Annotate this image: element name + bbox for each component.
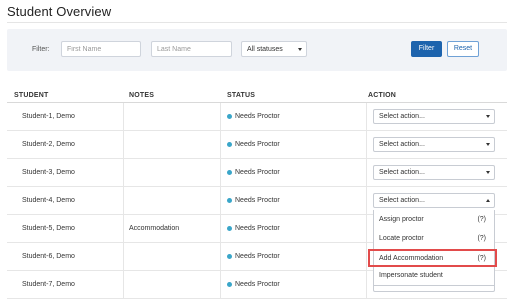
status-text: Needs Proctor bbox=[235, 169, 280, 176]
action-dropdown-menu: Assign proctor (?) Locate proctor (?) Ad… bbox=[373, 210, 495, 286]
dropdown-item-impersonate-student[interactable]: Impersonate student bbox=[374, 267, 494, 285]
column-divider bbox=[123, 159, 124, 187]
status-dot-icon bbox=[227, 114, 232, 119]
status-dot-icon bbox=[227, 226, 232, 231]
action-select-value: Select action... bbox=[379, 113, 425, 120]
column-header-student: STUDENT bbox=[14, 92, 49, 99]
column-header-status: STATUS bbox=[227, 92, 256, 99]
column-divider bbox=[220, 159, 221, 187]
chevron-down-icon bbox=[486, 143, 490, 146]
highlight-box bbox=[368, 249, 497, 267]
chevron-up-icon bbox=[486, 199, 490, 202]
column-divider bbox=[123, 103, 124, 131]
column-divider bbox=[366, 187, 367, 215]
title-divider bbox=[7, 22, 507, 23]
first-name-input[interactable] bbox=[61, 41, 141, 57]
last-name-input[interactable] bbox=[151, 41, 232, 57]
student-name: Student-7, Demo bbox=[22, 281, 75, 288]
filter-label: Filter: bbox=[32, 46, 50, 53]
action-select[interactable]: Select action... bbox=[373, 193, 495, 208]
column-divider bbox=[220, 215, 221, 243]
page-title: Student Overview bbox=[7, 4, 112, 19]
action-select-value: Select action... bbox=[379, 141, 425, 148]
status-select[interactable]: All statuses bbox=[241, 41, 307, 57]
status-select-value: All statuses bbox=[247, 46, 283, 53]
status-dot-icon bbox=[227, 142, 232, 147]
column-divider bbox=[123, 243, 124, 271]
chevron-down-icon bbox=[486, 115, 490, 118]
dropdown-item-label: Locate proctor bbox=[379, 235, 424, 242]
status-text: Needs Proctor bbox=[235, 197, 280, 204]
table-row: Student-3, Demo Needs Proctor Select actio… bbox=[7, 159, 507, 187]
column-divider bbox=[366, 131, 367, 159]
student-name: Student-2, Demo bbox=[22, 141, 75, 148]
status-text: Needs Proctor bbox=[235, 253, 280, 260]
student-name: Student-4, Demo bbox=[22, 197, 75, 204]
chevron-down-icon bbox=[486, 171, 490, 174]
help-icon[interactable]: (?) bbox=[477, 216, 486, 223]
dropdown-item-assign-proctor[interactable]: Assign proctor (?) bbox=[374, 211, 494, 229]
column-divider bbox=[220, 131, 221, 159]
reset-button[interactable]: Reset bbox=[447, 41, 479, 57]
column-divider bbox=[123, 271, 124, 299]
action-select[interactable]: Select action... bbox=[373, 109, 495, 124]
row-divider bbox=[7, 298, 507, 299]
student-name: Student-1, Demo bbox=[22, 113, 75, 120]
column-divider bbox=[220, 103, 221, 131]
column-divider bbox=[220, 243, 221, 271]
status-text: Needs Proctor bbox=[235, 281, 280, 288]
status-dot-icon bbox=[227, 198, 232, 203]
column-divider bbox=[220, 271, 221, 299]
student-name: Student-5, Demo bbox=[22, 225, 75, 232]
status-dot-icon bbox=[227, 170, 232, 175]
status-dot-icon bbox=[227, 282, 232, 287]
chevron-down-icon bbox=[298, 48, 302, 51]
student-notes: Accommodation bbox=[129, 225, 180, 232]
action-select[interactable]: Select action... bbox=[373, 165, 495, 180]
status-dot-icon bbox=[227, 254, 232, 259]
column-divider bbox=[220, 187, 221, 215]
column-divider bbox=[123, 131, 124, 159]
dropdown-item-label: Assign proctor bbox=[379, 216, 424, 223]
action-select-value: Select action... bbox=[379, 197, 425, 204]
column-divider bbox=[366, 271, 367, 299]
column-divider bbox=[366, 159, 367, 187]
action-select[interactable]: Select action... bbox=[373, 137, 495, 152]
status-text: Needs Proctor bbox=[235, 113, 280, 120]
column-divider bbox=[366, 103, 367, 131]
column-header-notes: NOTES bbox=[129, 92, 155, 99]
status-text: Needs Proctor bbox=[235, 141, 280, 148]
filter-button[interactable]: Filter bbox=[411, 41, 442, 57]
column-divider bbox=[123, 215, 124, 243]
student-name: Student-3, Demo bbox=[22, 169, 75, 176]
status-text: Needs Proctor bbox=[235, 225, 280, 232]
column-divider bbox=[366, 243, 367, 271]
column-divider bbox=[366, 215, 367, 243]
dropdown-item-label: Impersonate student bbox=[379, 272, 443, 279]
column-divider bbox=[123, 187, 124, 215]
help-icon[interactable]: (?) bbox=[477, 235, 486, 242]
table-row: Student-1, Demo Needs Proctor Select actio… bbox=[7, 103, 507, 131]
column-header-action: ACTION bbox=[368, 92, 397, 99]
table-row: Student-2, Demo Needs Proctor Select actio… bbox=[7, 131, 507, 159]
student-name: Student-6, Demo bbox=[22, 253, 75, 260]
action-select-value: Select action... bbox=[379, 169, 425, 176]
dropdown-item-locate-proctor[interactable]: Locate proctor (?) bbox=[374, 230, 494, 248]
